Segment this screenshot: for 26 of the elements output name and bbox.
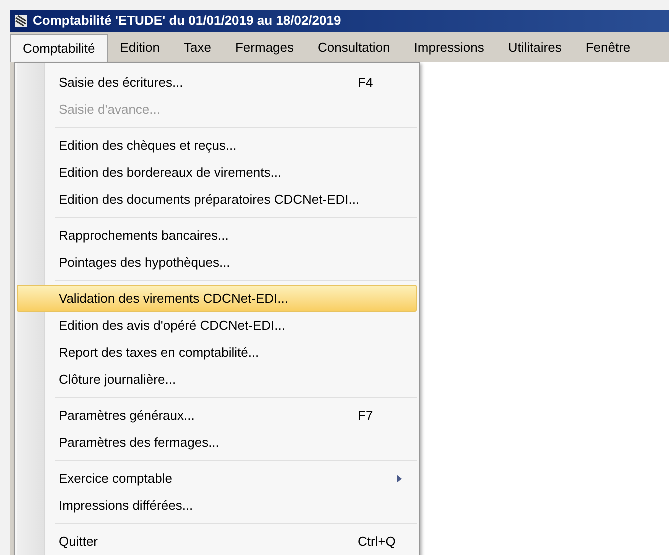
menu-item[interactable]: Paramètres des fermages... — [17, 429, 417, 456]
menu-bar-item[interactable]: Comptabilité — [10, 34, 108, 62]
menu-item[interactable]: Saisie des écritures... F4 — [17, 69, 417, 96]
menu-item[interactable]: Edition des bordereaux de virements... — [17, 159, 417, 186]
menu-item[interactable]: Clôture journalière... — [17, 366, 417, 393]
menu-bar-item[interactable]: Fermages — [223, 34, 306, 62]
menu-item[interactable]: Edition des chèques et reçus... — [17, 132, 417, 159]
menu-bar-item[interactable]: Consultation — [306, 34, 402, 62]
menu-bar-item[interactable]: Edition — [108, 34, 172, 62]
menu-item[interactable]: Rapprochements bancaires... — [17, 222, 417, 249]
menu-item[interactable]: Quitter Ctrl+Q — [17, 528, 417, 555]
menu-item[interactable]: Edition des avis d'opéré CDCNet-EDI... — [17, 312, 417, 339]
menu-item[interactable]: Pointages des hypothèques... — [17, 249, 417, 276]
menu-bar-item[interactable]: Taxe — [172, 34, 224, 62]
menu-item[interactable]: Validation des virements CDCNet-EDI... — [17, 285, 417, 312]
menu-item[interactable]: Report des taxes en comptabilité... — [17, 339, 417, 366]
menu-item[interactable]: Paramètres généraux... F7 — [17, 402, 417, 429]
menu-item[interactable]: Edition des documents préparatoires CDCNet-EDI... — [17, 186, 417, 213]
menu-item[interactable]: Exercice comptable — [17, 465, 417, 492]
menu-bar-item[interactable]: Impressions — [402, 34, 496, 62]
window-title: Comptabilité 'ETUDE' du 01/01/2019 au 18/02/2019 — [33, 12, 342, 30]
menu-bar-item[interactable]: Fenêtre — [574, 34, 643, 62]
menu-item[interactable]: Impressions différées... — [17, 492, 417, 519]
submenu-arrow-icon — [397, 474, 402, 482]
menu-bar-item[interactable]: Utilitaires — [496, 34, 574, 62]
app-icon — [14, 14, 28, 28]
